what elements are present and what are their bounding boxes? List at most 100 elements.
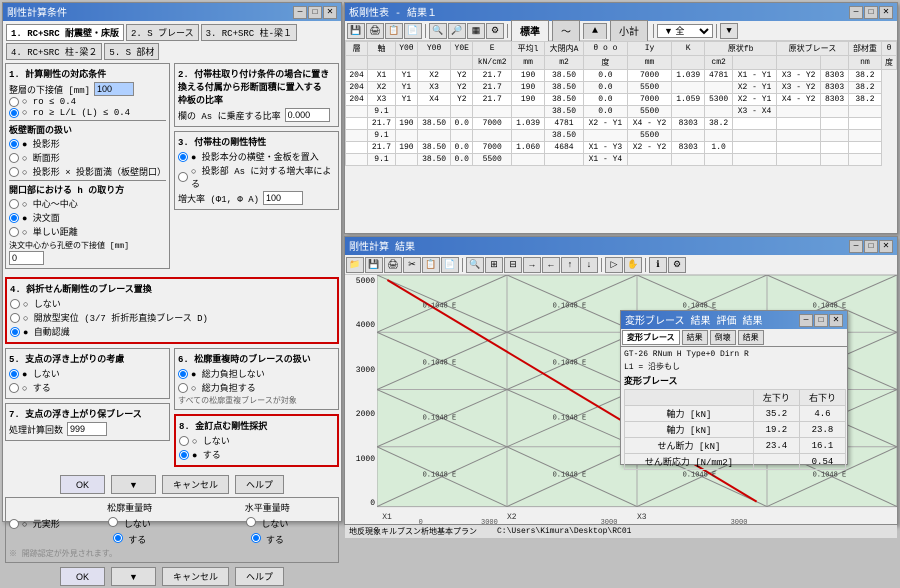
graph-tb-1[interactable]: 📁 <box>346 257 364 273</box>
sub-tab-4[interactable]: 结果 <box>738 330 764 345</box>
s7-count-input[interactable] <box>67 422 107 436</box>
tab-standard[interactable]: 標準 <box>511 20 549 41</box>
graph-tb-8[interactable]: ⊞ <box>485 257 503 273</box>
close-btn-sub[interactable]: ✕ <box>829 314 843 327</box>
minimize-btn-sub[interactable]: ─ <box>799 314 813 327</box>
minimize-btn-graph[interactable]: ─ <box>849 240 863 253</box>
maximize-btn-right[interactable]: □ <box>864 6 878 19</box>
sub-tab-3[interactable]: 倒壊 <box>710 330 736 345</box>
floor-depth-row: 整層の下接値 [mm] <box>9 82 166 96</box>
minimize-btn-left[interactable]: ─ <box>293 6 307 19</box>
sub-tab-1[interactable]: 変形ブレース <box>622 330 680 345</box>
right-table-scroll[interactable]: 層 軸 Y0θ Y0θ Y0E E 平均l 大閉内A θ o o Iy K 原状… <box>345 41 897 166</box>
s4-radio-input-1[interactable] <box>10 299 20 309</box>
tab-5[interactable]: 5. S 部材 <box>104 43 159 60</box>
th-e-unit: kN/cm2 <box>473 56 512 70</box>
graph-tb-10[interactable]: → <box>523 257 541 273</box>
wall-radio-input-1[interactable] <box>9 139 19 149</box>
sub-table-row-3: せん断力 [kN] 23.4 16.1 <box>625 438 846 454</box>
section-3-title: 3. 付帯柱の剛性特性 <box>178 135 335 148</box>
opt2-radio-2[interactable] <box>113 533 123 543</box>
s8-radio-1[interactable] <box>179 436 189 446</box>
s5-radio-2[interactable] <box>9 383 19 393</box>
graph-tb-9[interactable]: ⊟ <box>504 257 522 273</box>
graph-tb-4[interactable]: ✂ <box>403 257 421 273</box>
th-avg-unit: mm <box>512 56 545 70</box>
ok-btn-1[interactable]: OK <box>60 475 105 494</box>
ro-radio-input-2[interactable] <box>9 108 19 118</box>
cancel-btn-1[interactable]: キャンセル <box>162 475 229 494</box>
section-2-ratio-label: 欄の As に乗産する比率 <box>178 109 281 122</box>
tab-tilde[interactable]: ～ <box>552 20 580 41</box>
opening-radio-input-1[interactable] <box>9 199 19 209</box>
wall-radio-input-2[interactable] <box>9 153 19 163</box>
graph-tb-select[interactable]: ▷ <box>605 257 623 273</box>
tab-up[interactable]: ▲ <box>583 23 607 39</box>
opt2-radio-1[interactable] <box>108 517 118 527</box>
dialog-sub-title: 変形ブレース 結果 評価 結果 <box>625 312 763 328</box>
layer-select[interactable]: ▼ 全 ▼ 小計 <box>657 24 713 38</box>
th-k: K <box>672 42 705 56</box>
tab-4[interactable]: 4. RC+SRC 柱-梁２ <box>6 43 102 60</box>
graph-tb-11[interactable]: ← <box>542 257 560 273</box>
opening-depth-input[interactable] <box>9 251 44 265</box>
ok-btn-2[interactable]: OK <box>60 567 105 586</box>
opening-radio-input-3[interactable] <box>9 227 19 237</box>
minimize-btn-right[interactable]: ─ <box>849 6 863 19</box>
sub-tab-2[interactable]: 結果 <box>682 330 708 345</box>
down-btn-1[interactable]: ▼ <box>111 475 156 494</box>
tab-subtotal[interactable]: 小計 <box>610 20 648 41</box>
tab-2[interactable]: 2. S ブレース <box>126 24 199 41</box>
s5-radio-1[interactable] <box>9 369 19 379</box>
tb-paste[interactable]: 📄 <box>404 23 422 39</box>
graph-tb-5[interactable]: 📋 <box>422 257 440 273</box>
maximize-btn-sub[interactable]: □ <box>814 314 828 327</box>
ro-radio-input-1[interactable] <box>9 97 19 107</box>
tab-3[interactable]: 3. RC+SRC 柱-梁１ <box>201 24 297 41</box>
graph-tb-3[interactable]: 🖨 <box>384 257 402 273</box>
graph-tb-12[interactable]: ↑ <box>561 257 579 273</box>
tb-print[interactable]: 🖨 <box>366 23 384 39</box>
s4-radio-input-2[interactable] <box>10 313 20 323</box>
graph-tb-13[interactable]: ↓ <box>580 257 598 273</box>
tb-zoom-out[interactable]: 🔎 <box>448 23 466 39</box>
tb-settings[interactable]: ⚙ <box>486 23 504 39</box>
help-btn-1[interactable]: ヘルプ <box>235 475 284 494</box>
opt3-radio-1[interactable] <box>246 517 256 527</box>
s3-radio-2[interactable] <box>178 172 188 182</box>
help-btn-2[interactable]: ヘルプ <box>235 567 284 586</box>
floor-depth-input[interactable] <box>94 82 134 96</box>
graph-tb-7[interactable]: 🔍 <box>466 257 484 273</box>
opt3-radio-2[interactable] <box>251 533 261 543</box>
graph-tb-6[interactable]: 📄 <box>441 257 459 273</box>
maximize-btn-graph[interactable]: □ <box>864 240 878 253</box>
section-3-factor-input[interactable] <box>263 191 303 205</box>
section-7: 7. 支点の浮き上がり保ブレース 処理計算回数 <box>5 403 170 441</box>
floor-depth-label: 整層の下接値 [mm] <box>9 83 90 96</box>
s6-radio-2[interactable] <box>178 383 188 393</box>
opt-radio-1[interactable] <box>9 519 19 529</box>
close-btn-graph[interactable]: ✕ <box>879 240 893 253</box>
tb-arrow-down[interactable]: ▼ <box>720 23 738 39</box>
graph-tb-move[interactable]: ✋ <box>624 257 642 273</box>
graph-tb-info[interactable]: ℹ <box>649 257 667 273</box>
s8-radio-2[interactable] <box>179 450 189 460</box>
graph-tb-2[interactable]: 💾 <box>365 257 383 273</box>
down-btn-2[interactable]: ▼ <box>111 567 156 586</box>
tb-save[interactable]: 💾 <box>347 23 365 39</box>
tb-copy[interactable]: 📋 <box>385 23 403 39</box>
opening-radio-input-2[interactable] <box>9 213 19 223</box>
s3-radio-1[interactable] <box>178 152 188 162</box>
wall-radio-input-3[interactable] <box>9 167 19 177</box>
s4-radio-input-3[interactable] <box>10 327 20 337</box>
graph-tb-settings[interactable]: ⚙ <box>668 257 686 273</box>
s6-radio-1[interactable] <box>178 369 188 379</box>
tb-zoom-in[interactable]: 🔍 <box>429 23 447 39</box>
close-btn-left[interactable]: ✕ <box>323 6 337 19</box>
tb-filter[interactable]: ▦ <box>467 23 485 39</box>
section-2-ratio-input[interactable] <box>285 108 330 122</box>
close-btn-right[interactable]: ✕ <box>879 6 893 19</box>
tab-1[interactable]: 1. RC+SRC 耐震壁・床版 <box>6 24 124 41</box>
maximize-btn-left[interactable]: □ <box>308 6 322 19</box>
cancel-btn-2[interactable]: キャンセル <box>162 567 229 586</box>
